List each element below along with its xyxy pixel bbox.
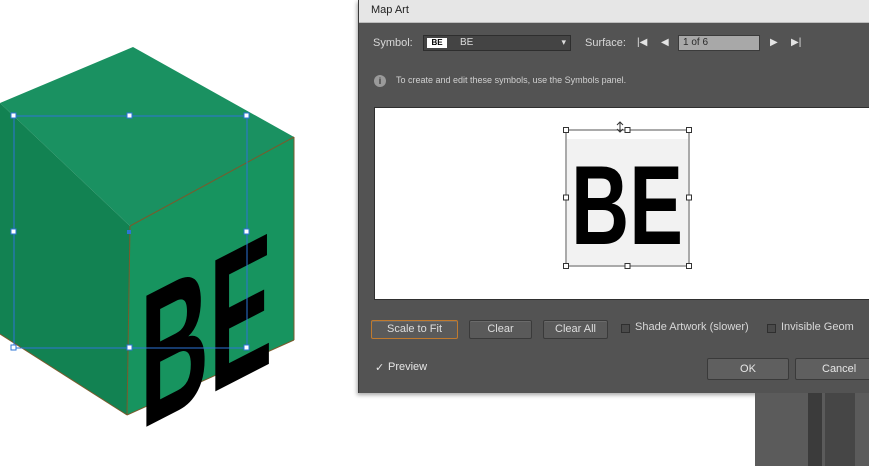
rotate-cursor-icon [616, 121, 624, 133]
background-panel-divider [808, 393, 822, 466]
dialog-titlebar[interactable]: Map Art [359, 0, 869, 23]
info-icon: i [374, 75, 386, 87]
next-surface-icon[interactable]: ▶ [770, 37, 778, 49]
invisible-geometry-label: Invisible Geom [781, 321, 854, 333]
symbol-dropdown[interactable]: BE BE ▾ [423, 35, 571, 51]
invisible-geometry-checkbox[interactable] [767, 324, 776, 333]
cube-artwork[interactable]: BE [0, 0, 358, 466]
prev-surface-icon[interactable]: ◀ [661, 37, 669, 49]
symbol-preview-pane[interactable]: BE [374, 107, 869, 300]
first-surface-icon[interactable]: |◀ [637, 37, 647, 49]
surface-value: 1 of 6 [683, 37, 709, 48]
symbol-value: BE [460, 37, 474, 48]
shade-artwork-checkbox[interactable] [621, 324, 630, 333]
surface-field[interactable]: 1 of 6 [678, 35, 760, 51]
scale-to-fit-button[interactable]: Scale to Fit [371, 320, 458, 339]
map-art-dialog: Map Art Symbol: BE BE ▾ Surface: |◀ ◀ 1 … [358, 0, 869, 393]
shade-artwork-label: Shade Artwork (slower) [635, 321, 749, 333]
last-surface-icon[interactable]: ▶| [791, 37, 801, 49]
ok-button[interactable]: OK [707, 358, 789, 380]
surface-label: Surface: [585, 37, 626, 49]
clear-button[interactable]: Clear [469, 320, 532, 339]
symbol-thumbnail: BE [427, 38, 447, 48]
symbol-label: Symbol: [373, 37, 413, 49]
clear-all-button[interactable]: Clear All [543, 320, 608, 339]
dialog-title: Map Art [371, 4, 409, 16]
info-text: To create and edit these symbols, use th… [396, 75, 627, 85]
preview-artwork-text[interactable]: BE [571, 143, 683, 268]
chevron-down-icon: ▾ [561, 37, 566, 47]
cancel-button[interactable]: Cancel [795, 358, 869, 380]
preview-checkmark-icon[interactable]: ✓ [375, 361, 384, 374]
background-panel [755, 393, 869, 466]
preview-label: Preview [388, 361, 428, 373]
background-panel-column [825, 393, 855, 466]
center-point [127, 230, 131, 234]
